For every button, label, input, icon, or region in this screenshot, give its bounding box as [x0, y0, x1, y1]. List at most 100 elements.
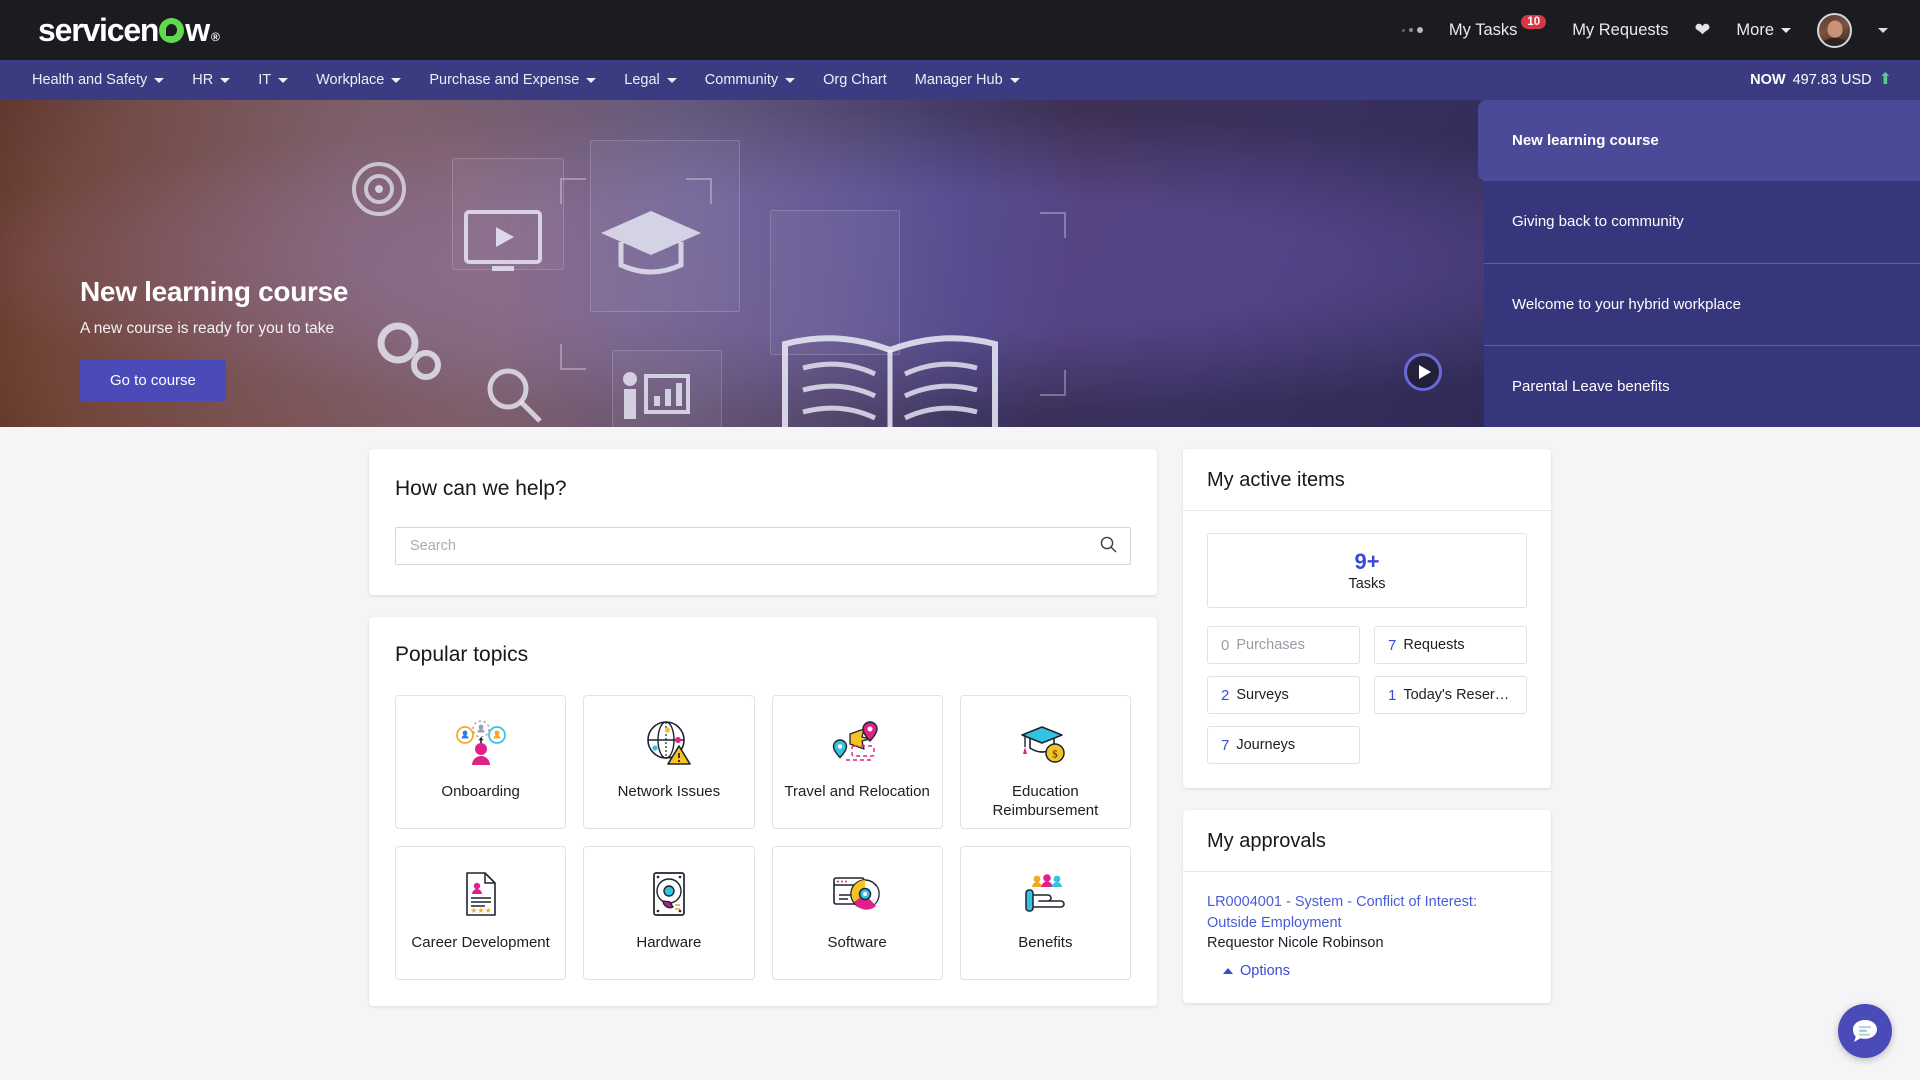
topic-tile-network-issues[interactable]: Network Issues [583, 695, 755, 829]
chevron-down-icon [785, 77, 796, 83]
nav-label: Purchase and Expense [429, 72, 580, 88]
logo-text-after: w [185, 12, 210, 48]
topic-tile-education-reimbursement[interactable]: $ Education Reimbursement [959, 695, 1131, 829]
nav-label: Workplace [316, 72, 385, 88]
more-menu[interactable]: More [1736, 21, 1791, 40]
profile-chevron-down-icon[interactable] [1878, 27, 1888, 33]
arrow-up-icon: ⬆ [1878, 71, 1892, 88]
carousel-item-new-learning-course[interactable]: New learning course [1478, 100, 1920, 182]
chevron-down-icon [1781, 27, 1791, 33]
hero-subtitle: A new course is ready for you to take [80, 320, 335, 337]
popular-topics-card: Popular topics Onboarding Network Issues… [369, 617, 1157, 1006]
my-active-items-card: My active items 9+ Tasks 0 Purchases 7 R… [1183, 449, 1551, 789]
go-to-course-button[interactable]: Go to course [80, 360, 226, 401]
chat-bubble-icon[interactable] [1838, 1004, 1892, 1058]
active-tasks-count: 9+ [1354, 549, 1380, 574]
my-approvals-title: My approvals [1183, 810, 1551, 873]
stat-count: 7 [1221, 736, 1230, 754]
topic-tile-software[interactable]: Software [771, 846, 943, 980]
logo-text-before: servicen [38, 12, 159, 48]
my-active-items-title: My active items [1183, 449, 1551, 511]
nav-item-health-and-safety[interactable]: Health and Safety [18, 72, 178, 88]
nav-label: IT [258, 72, 272, 88]
my-requests-link[interactable]: My Requests [1572, 21, 1668, 40]
stat-journeys[interactable]: 7 Journeys [1207, 726, 1360, 765]
my-tasks-label: My Tasks [1448, 20, 1518, 39]
my-requests-label: My Requests [1572, 20, 1669, 39]
topic-tile-career-development[interactable]: ★★★ Career Development [395, 846, 567, 980]
nav-item-workplace[interactable]: Workplace [302, 72, 415, 88]
nav-item-community[interactable]: Community [691, 72, 809, 88]
travel-plane-pin-icon [832, 718, 882, 768]
stat-count: 0 [1221, 636, 1230, 654]
stat-surveys[interactable]: 2 Surveys [1207, 676, 1360, 715]
topic-tile-travel-and-relocation[interactable]: Travel and Relocation [771, 695, 943, 829]
ticker-symbol: NOW [1750, 72, 1786, 88]
nav-label: Org Chart [823, 72, 887, 88]
nav-item-hr[interactable]: HR [178, 72, 244, 88]
stat-requests[interactable]: 7 Requests [1374, 626, 1527, 665]
carousel-item-label: Parental Leave benefits [1512, 377, 1670, 395]
logo-wordmark: servicen w ® [38, 12, 220, 48]
my-tasks-link[interactable]: My Tasks 10 [1448, 15, 1547, 40]
chevron-down-icon [154, 77, 165, 83]
approval-requestor: Requestor Nicole Robinson [1207, 935, 1384, 952]
topic-label: Network Issues [617, 783, 721, 800]
nav-item-legal[interactable]: Legal [610, 72, 690, 88]
hero-carousel-list: New learning course Giving back to commu… [1478, 100, 1920, 427]
chevron-down-icon [586, 77, 597, 83]
nav-label: Community [704, 72, 779, 88]
nav-item-org-chart[interactable]: Org Chart [809, 72, 901, 88]
chevron-down-icon [278, 77, 289, 83]
stock-ticker[interactable]: NOW 497.83 USD ⬆ [1750, 71, 1902, 89]
topic-tile-benefits[interactable]: Benefits [959, 846, 1131, 980]
topic-tile-hardware[interactable]: Hardware [583, 846, 755, 980]
active-tasks-summary[interactable]: 9+ Tasks [1207, 533, 1527, 609]
carousel-item-giving-back-to-community[interactable]: Giving back to community [1484, 181, 1920, 264]
play-button-icon[interactable] [1404, 353, 1442, 391]
stat-todays-reservations[interactable]: 1 Today's Reservati... [1374, 676, 1527, 715]
hand-people-icon [1021, 869, 1069, 919]
ticker-value: 497.83 USD [1792, 72, 1872, 88]
active-items-stat-grid: 0 Purchases 7 Requests 2 Surveys 1 Today… [1207, 626, 1527, 765]
nav-item-it[interactable]: IT [244, 72, 302, 88]
logo-registered-mark: ® [210, 30, 220, 44]
topic-label: Travel and Relocation [784, 783, 930, 800]
stat-purchases[interactable]: 0 Purchases [1207, 626, 1360, 665]
carousel-item-label: Welcome to your hybrid workplace [1512, 295, 1741, 313]
stat-label: Today's Reservati... [1403, 687, 1513, 704]
avatar[interactable] [1817, 12, 1852, 48]
hero-content: New learning course A new course is read… [0, 100, 348, 427]
svg-text:$: $ [1053, 749, 1059, 761]
nav-label: HR [192, 72, 214, 88]
carousel-item-parental-leave-benefits[interactable]: Parental Leave benefits [1484, 345, 1920, 427]
chevron-up-icon [1223, 968, 1233, 975]
approval-options-toggle[interactable]: Options [1223, 963, 1527, 979]
heart-icon[interactable]: ❤ [1694, 19, 1710, 42]
top-header-actions: My Tasks 10 My Requests ❤ More [1401, 12, 1898, 48]
hard-drive-icon [652, 869, 686, 919]
nav-item-purchase-and-expense[interactable]: Purchase and Expense [415, 72, 610, 88]
carousel-item-welcome-hybrid-workplace[interactable]: Welcome to your hybrid workplace [1484, 263, 1920, 346]
active-tasks-label: Tasks [1348, 576, 1386, 593]
software-disc-icon [832, 869, 882, 919]
nav-item-manager-hub[interactable]: Manager Hub [901, 72, 1034, 88]
popular-topics-grid: Onboarding Network Issues Travel and Rel… [369, 671, 1157, 1006]
topic-tile-onboarding[interactable]: Onboarding [395, 695, 567, 829]
loading-dots-icon [1401, 27, 1423, 33]
stat-label: Journeys [1236, 737, 1296, 754]
globe-warning-icon [645, 718, 693, 768]
main-content-area: How can we help? Popular topics [0, 427, 1920, 1080]
hero-title: New learning course [80, 276, 349, 307]
search-input[interactable] [395, 527, 1131, 565]
logo-o-icon [159, 17, 185, 43]
servicenow-logo[interactable]: servicen w ® [22, 12, 220, 48]
more-label: More [1736, 20, 1774, 39]
search-icon[interactable] [1096, 532, 1121, 560]
nav-label: Health and Safety [32, 72, 148, 88]
topic-label: Hardware [636, 934, 702, 951]
graduation-cap-coin-icon: $ [1021, 718, 1069, 768]
help-search-card: How can we help? [369, 449, 1157, 595]
approval-record-link[interactable]: LR0004001 - System - Conflict of Interes… [1207, 892, 1527, 933]
chevron-down-icon [220, 77, 231, 83]
